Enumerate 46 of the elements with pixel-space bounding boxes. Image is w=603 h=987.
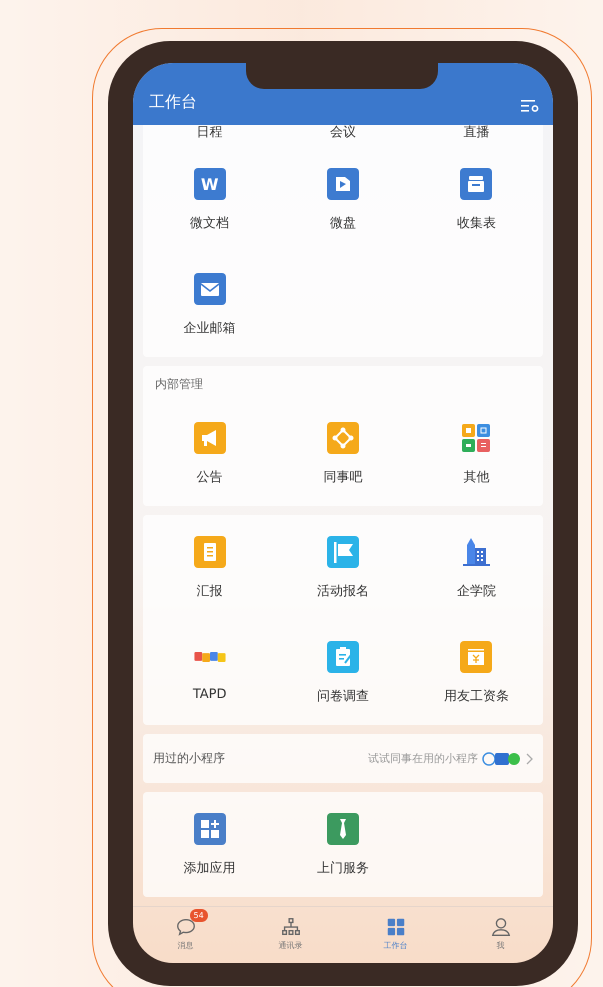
app-label[interactable]: 微文档 bbox=[190, 214, 230, 232]
tab[interactable]: 通讯录 bbox=[238, 907, 343, 959]
mini-programs-title: 用过的小程序 bbox=[153, 750, 225, 767]
app-label[interactable]: 汇报 bbox=[196, 582, 223, 600]
org-chart-icon bbox=[280, 916, 302, 938]
app-logos-icon bbox=[482, 752, 522, 766]
building-icon bbox=[460, 536, 492, 568]
app-label[interactable]: 日程 bbox=[196, 123, 223, 141]
section-title: 内部管理 bbox=[154, 376, 204, 393]
app-label[interactable]: 活动报名 bbox=[316, 582, 369, 600]
app-label[interactable]: 直播 bbox=[463, 123, 490, 141]
unread-badge: 54 bbox=[190, 909, 208, 922]
app-label[interactable]: 用友工资条 bbox=[444, 687, 509, 705]
tapd-logo-icon bbox=[194, 652, 226, 662]
megaphone-icon bbox=[194, 422, 226, 454]
header-title: 工作台 bbox=[149, 92, 197, 113]
form-icon bbox=[460, 168, 492, 200]
mail-icon bbox=[194, 273, 226, 305]
flag-icon bbox=[326, 536, 359, 568]
chevron-right-icon bbox=[526, 752, 533, 764]
app-label[interactable]: 企学院 bbox=[456, 582, 496, 600]
app-label[interactable]: 同事吧 bbox=[323, 468, 362, 486]
settings-icon[interactable] bbox=[521, 99, 539, 113]
report-icon bbox=[194, 536, 226, 568]
tie-icon bbox=[326, 813, 359, 845]
clipboard-icon bbox=[326, 641, 359, 673]
app-label[interactable]: 公告 bbox=[196, 468, 223, 486]
app-label[interactable]: 添加应用 bbox=[184, 859, 236, 877]
mini-programs-card[interactable]: 用过的小程序 试试同事在用的小程序 bbox=[143, 734, 543, 783]
app-label[interactable]: 上门服务 bbox=[316, 859, 369, 877]
app-label[interactable]: 收集表 bbox=[456, 214, 496, 232]
app-label[interactable]: 会议 bbox=[330, 123, 356, 141]
app-label[interactable]: 企业邮箱 bbox=[184, 319, 236, 337]
person-icon bbox=[490, 916, 512, 938]
tab[interactable]: 消息 54 bbox=[133, 907, 238, 959]
document-icon: W bbox=[194, 168, 226, 200]
add-app-icon bbox=[194, 813, 226, 845]
app-label[interactable]: 微盘 bbox=[330, 214, 356, 232]
app-label[interactable]: 其他 bbox=[463, 468, 490, 486]
payslip-icon bbox=[460, 641, 492, 673]
nodes-icon bbox=[326, 422, 359, 454]
app-label[interactable]: 问卷调查 bbox=[316, 687, 369, 705]
app-label[interactable]: TAPD bbox=[192, 687, 226, 702]
apps-icon bbox=[460, 422, 492, 454]
mini-programs-hint: 试试同事在用的小程序 bbox=[368, 751, 478, 766]
tab[interactable]: 我 bbox=[448, 907, 553, 959]
